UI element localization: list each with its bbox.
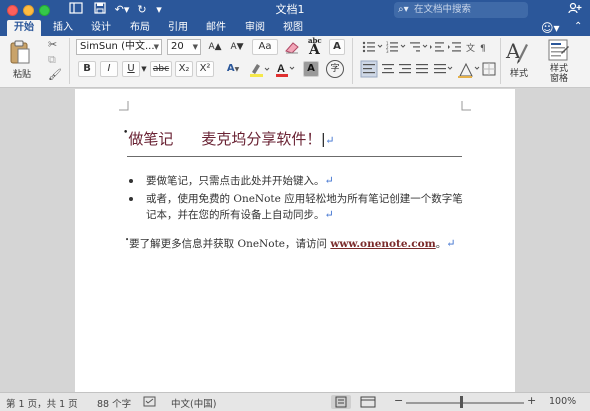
font-name-select[interactable]: SimSun (中文... ▼ [76, 39, 162, 55]
web-layout-view-button[interactable] [358, 395, 378, 409]
tab-design[interactable]: 设计 [86, 20, 116, 36]
divider [352, 38, 353, 84]
redo-icon[interactable]: ↻ [135, 2, 149, 18]
collapse-ribbon-icon[interactable]: ⌃ [574, 21, 582, 32]
clear-formatting-icon[interactable] [283, 40, 301, 54]
subscript-button[interactable]: X₂ [175, 61, 193, 77]
font-size-select[interactable]: 20 ▼ [167, 39, 201, 55]
bullet-dot [129, 179, 133, 183]
italic-button[interactable]: I [100, 61, 118, 77]
copy-icon[interactable]: ⧉ [48, 53, 56, 67]
paragraph-mark-icon: ↵ [324, 174, 334, 187]
styles-pane-label: 样式 窗格 [549, 64, 568, 84]
close-window-button[interactable] [7, 5, 18, 16]
svg-text:A: A [277, 63, 285, 75]
page-count[interactable]: 第 1 页，共 1 页 [6, 396, 78, 410]
divider [500, 38, 501, 84]
chevron-down-icon: ▼ [192, 43, 198, 51]
document-title: 文档1 [275, 3, 305, 16]
styles-icon[interactable]: A [504, 38, 530, 66]
svg-text:3: 3 [386, 49, 389, 54]
more-icon[interactable]: ▾ [152, 2, 166, 18]
minimize-window-button[interactable] [23, 5, 34, 16]
zoom-out-icon[interactable]: − [394, 394, 403, 407]
character-shading-button[interactable]: A [303, 61, 319, 77]
paste-label: 粘贴 [12, 70, 31, 80]
highlight-icon[interactable] [248, 62, 270, 78]
list-item[interactable]: 要做笔记，只需点击此处并开始键入。↵ [128, 173, 468, 189]
tab-mailings[interactable]: 邮件 [201, 20, 231, 36]
ribbon: 粘贴 ✂ ⧉ 🖌 SimSun (中文... ▼ 20 ▼ A▲ A▼ Aa abc… [0, 36, 590, 88]
superscript-button[interactable]: X² [196, 61, 214, 77]
bold-button[interactable]: B [78, 61, 96, 77]
underline-button[interactable]: U [122, 61, 140, 77]
save-icon[interactable] [92, 2, 108, 18]
onenote-info-paragraph[interactable]: •要了解更多信息并获取 OneNote，请访问 www.onenote.com。… [125, 236, 455, 251]
language-indicator[interactable]: 中文(中国) [171, 396, 216, 410]
tab-layout[interactable]: 布局 [125, 20, 155, 36]
phonetic-guide-icon[interactable]: abc A [305, 36, 325, 58]
paste-icon[interactable] [9, 39, 33, 65]
grow-font-button[interactable]: A▲ [205, 39, 225, 55]
title-bar: ↶▾ ↻ ▾ 文档1 ⌕▾ 在文档中搜索 [0, 0, 590, 20]
bullet-dot [129, 197, 133, 201]
search-icon: ⌕▾ [398, 4, 409, 15]
proofing-icon[interactable] [143, 396, 157, 411]
feedback-smiley-icon[interactable]: ☺▾ [541, 21, 560, 35]
divider [69, 38, 70, 84]
bullet-list: 要做笔记，只需点击此处并开始键入。↵ 或者，使用免费的 OneNote 应用轻松… [128, 173, 468, 225]
format-painter-icon[interactable]: 🖌 [48, 68, 62, 81]
word-count[interactable]: 88 个字 [97, 396, 131, 410]
svg-text:文: 文 [466, 42, 475, 54]
maximize-window-button[interactable] [39, 5, 50, 16]
chevron-down-icon[interactable]: ▼ [140, 61, 148, 77]
tab-insert[interactable]: 插入 [48, 20, 78, 36]
zoom-in-icon[interactable]: + [527, 394, 536, 407]
ribbon-tab-bar: 开始 插入 设计 布局 引用 邮件 审阅 视图 ☺▾ ⌃ [0, 20, 590, 36]
font-color-icon[interactable]: A [274, 61, 296, 78]
heading-part-1: 做笔记 [128, 130, 174, 148]
tab-review[interactable]: 审阅 [240, 20, 270, 36]
tab-references[interactable]: 引用 [163, 20, 193, 36]
paragraph-mark-icon: ↵ [446, 237, 456, 250]
panel-icon[interactable] [68, 2, 84, 18]
svg-text:¶: ¶ [480, 44, 486, 54]
list-item[interactable]: 或者，使用免费的 OneNote 应用轻松地为所有笔记创建一个数字笔记本，并在您… [128, 191, 468, 223]
shrink-font-button[interactable]: A▼ [227, 39, 247, 55]
margin-corner-mark [461, 101, 471, 111]
chevron-down-icon: ▼ [153, 43, 159, 51]
text-effects-button[interactable]: A▼ [222, 61, 244, 77]
change-case-button[interactable]: Aa [252, 39, 278, 55]
print-layout-view-button[interactable] [331, 395, 351, 409]
document-page[interactable]: •做笔记 麦克坞分享软件！|↵ 要做笔记，只需点击此处并开始键入。↵ 或者，使用免… [75, 89, 515, 392]
styles-label: 样式 [509, 69, 528, 79]
enclose-character-button[interactable]: 字 [326, 60, 344, 78]
paragraph-mark-icon: ↵ [324, 208, 334, 221]
tab-view[interactable]: 视图 [278, 20, 308, 36]
heading-part-2: 麦克坞分享软件！ [201, 130, 322, 148]
search-input[interactable]: ⌕▾ 在文档中搜索 [394, 2, 528, 18]
paragraph-group: 1 2 3 文 ¶ [360, 39, 500, 83]
status-bar: 第 1 页，共 1 页 88 个字 中文(中国) − + 100% [0, 392, 590, 411]
heading-underline-rule [127, 156, 462, 157]
cut-icon[interactable]: ✂ [48, 38, 57, 51]
onenote-link[interactable]: www.onenote.com [330, 238, 435, 250]
zoom-level[interactable]: 100% [549, 396, 576, 407]
undo-icon[interactable]: ↶▾ [112, 2, 132, 18]
add-user-icon[interactable] [568, 2, 582, 17]
tab-home[interactable]: 开始 [7, 20, 41, 36]
document-heading[interactable]: •做笔记 麦克坞分享软件！|↵ [123, 128, 334, 149]
character-border-button[interactable]: A [329, 39, 345, 55]
margin-corner-mark [119, 101, 129, 111]
strikethrough-button[interactable]: abc [150, 61, 172, 77]
zoom-slider[interactable] [406, 396, 524, 408]
styles-pane-icon[interactable] [548, 39, 572, 63]
document-canvas: •做笔记 麦克坞分享软件！|↵ 要做笔记，只需点击此处并开始键入。↵ 或者，使用免… [0, 89, 590, 392]
paragraph-mark-icon: ↵ [325, 134, 335, 147]
zoom-slider-thumb[interactable] [460, 396, 463, 408]
